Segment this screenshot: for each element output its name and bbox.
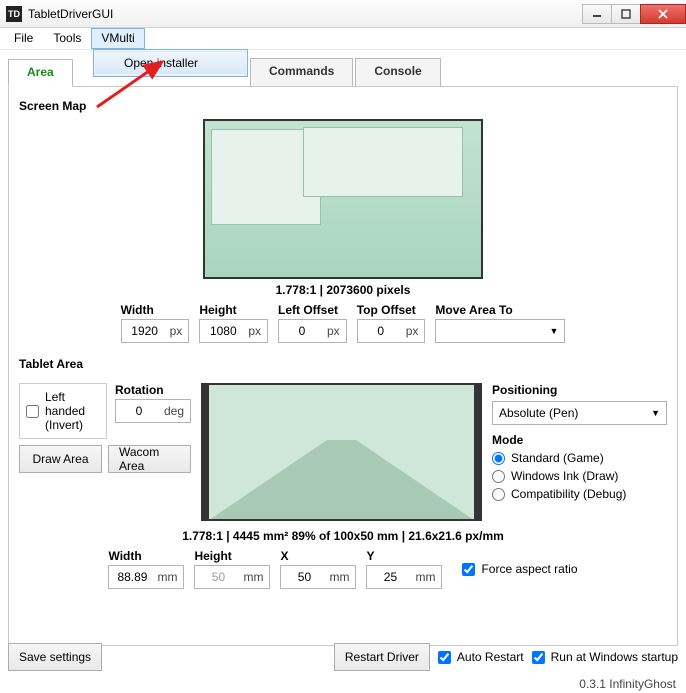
left-handed-checkbox[interactable]: Left handed (Invert): [19, 383, 107, 439]
menu-file[interactable]: File: [4, 28, 43, 49]
ta-y-input[interactable]: [367, 570, 413, 584]
tab-commands[interactable]: Commands: [250, 58, 353, 86]
screen-map-caption: 1.778:1 | 2073600 pixels: [276, 283, 411, 297]
screen-map-title: Screen Map: [19, 99, 667, 113]
top-offset-label: Top Offset: [357, 303, 426, 317]
screen-map-preview[interactable]: [203, 119, 483, 279]
mode-standard-radio[interactable]: Standard (Game): [492, 451, 667, 465]
tablet-area-title: Tablet Area: [19, 357, 667, 371]
mode-compat-radio[interactable]: Compatibility (Debug): [492, 487, 667, 501]
screen-height-input[interactable]: [200, 324, 246, 338]
bottom-bar: Save settings Restart Driver Auto Restar…: [8, 643, 678, 671]
left-offset-input[interactable]: [279, 324, 325, 338]
screen-width-label: Width: [121, 303, 190, 317]
titlebar: TD TabletDriverGUI: [0, 0, 686, 28]
tablet-area-preview[interactable]: [201, 383, 482, 521]
status-text: 0.3.1 InfinityGhost: [579, 677, 676, 691]
ta-width-input[interactable]: [109, 570, 155, 584]
unit-px: px: [168, 324, 189, 338]
tab-panel-area: Screen Map 1.778:1 | 2073600 pixels Widt…: [8, 86, 678, 646]
rotation-input[interactable]: [116, 404, 162, 418]
move-area-select[interactable]: ▼: [435, 319, 565, 343]
chevron-down-icon: ▼: [651, 408, 660, 418]
tablet-area-caption: 1.778:1 | 4445 mm² 89% of 100x50 mm | 21…: [19, 529, 667, 543]
auto-restart-checkbox[interactable]: Auto Restart: [438, 650, 524, 664]
tab-area[interactable]: Area: [8, 59, 73, 87]
ta-y-label: Y: [366, 549, 442, 563]
ta-width-label: Width: [108, 549, 184, 563]
ta-height-label: Height: [194, 549, 270, 563]
app-icon: TD: [6, 6, 22, 22]
chevron-down-icon: ▼: [549, 326, 558, 336]
left-offset-label: Left Offset: [278, 303, 347, 317]
ta-x-input[interactable]: [281, 570, 327, 584]
screen-height-label: Height: [199, 303, 268, 317]
rotation-label: Rotation: [115, 383, 191, 397]
menu-tools[interactable]: Tools: [43, 28, 91, 49]
window-title: TabletDriverGUI: [28, 7, 583, 21]
run-startup-checkbox[interactable]: Run at Windows startup: [532, 650, 678, 664]
draw-area-button[interactable]: Draw Area: [19, 445, 102, 473]
minimize-button[interactable]: [582, 4, 612, 24]
tab-console[interactable]: Console: [355, 58, 440, 86]
ta-height-input: [195, 570, 241, 584]
wacom-area-button[interactable]: Wacom Area: [108, 445, 191, 473]
restart-driver-button[interactable]: Restart Driver: [334, 643, 430, 671]
top-offset-input[interactable]: [358, 324, 404, 338]
menu-vmulti-dropdown: Open installer: [93, 49, 248, 77]
save-settings-button[interactable]: Save settings: [8, 643, 102, 671]
force-aspect-checkbox[interactable]: Force aspect ratio: [462, 562, 577, 576]
maximize-button[interactable]: [611, 4, 641, 24]
screen-width-input[interactable]: [122, 324, 168, 338]
menubar: File Tools VMulti: [0, 28, 686, 50]
positioning-select[interactable]: Absolute (Pen)▼: [492, 401, 667, 425]
mode-label: Mode: [492, 433, 667, 447]
move-area-label: Move Area To: [435, 303, 565, 317]
menu-vmulti[interactable]: VMulti: [91, 28, 144, 49]
positioning-label: Positioning: [492, 383, 667, 397]
menu-open-installer[interactable]: Open installer: [95, 51, 246, 75]
mode-windowsink-radio[interactable]: Windows Ink (Draw): [492, 469, 667, 483]
ta-x-label: X: [280, 549, 356, 563]
close-button[interactable]: [640, 4, 686, 24]
